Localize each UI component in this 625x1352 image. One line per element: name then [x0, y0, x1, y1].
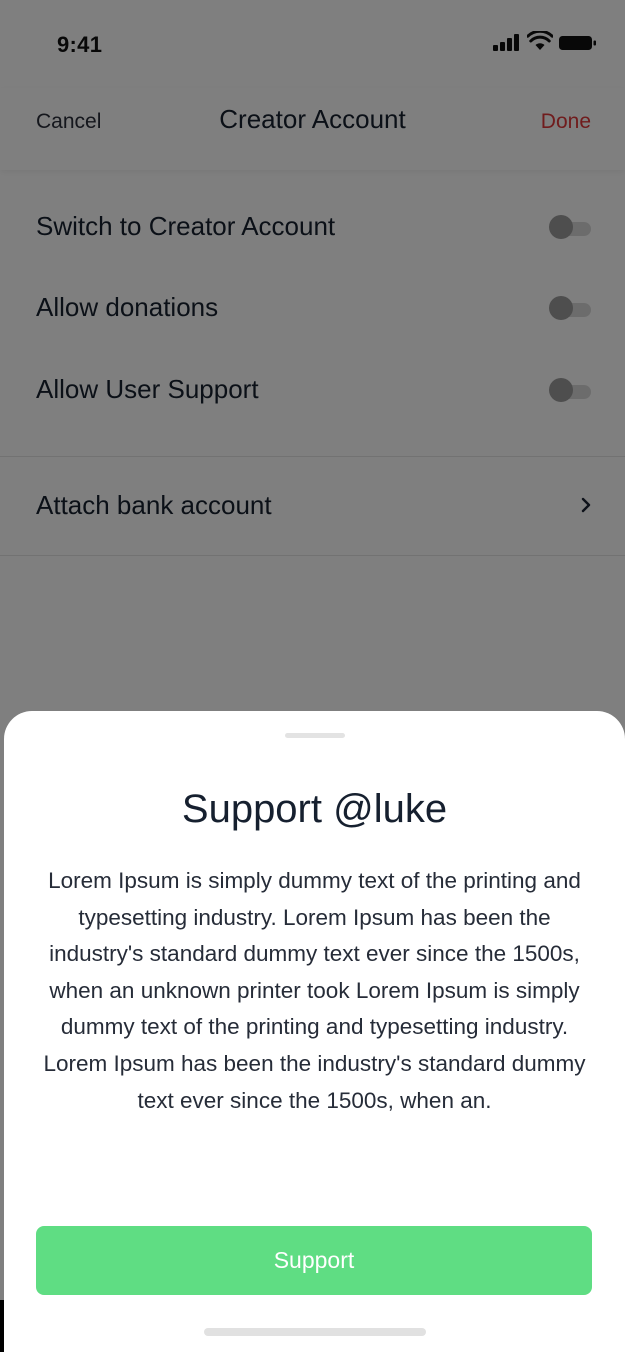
support-button[interactable]: Support — [36, 1226, 592, 1295]
sheet-grabber[interactable] — [285, 733, 345, 738]
sheet-description: Lorem Ipsum is simply dummy text of the … — [43, 868, 586, 1113]
home-indicator — [204, 1328, 426, 1336]
support-bottom-sheet: Support @luke Lorem Ipsum is simply dumm… — [4, 711, 625, 1352]
sheet-title: Support @luke — [181, 787, 448, 831]
creator-account-screen: 9:41 Cancel Creator Account Done — [0, 0, 625, 1352]
